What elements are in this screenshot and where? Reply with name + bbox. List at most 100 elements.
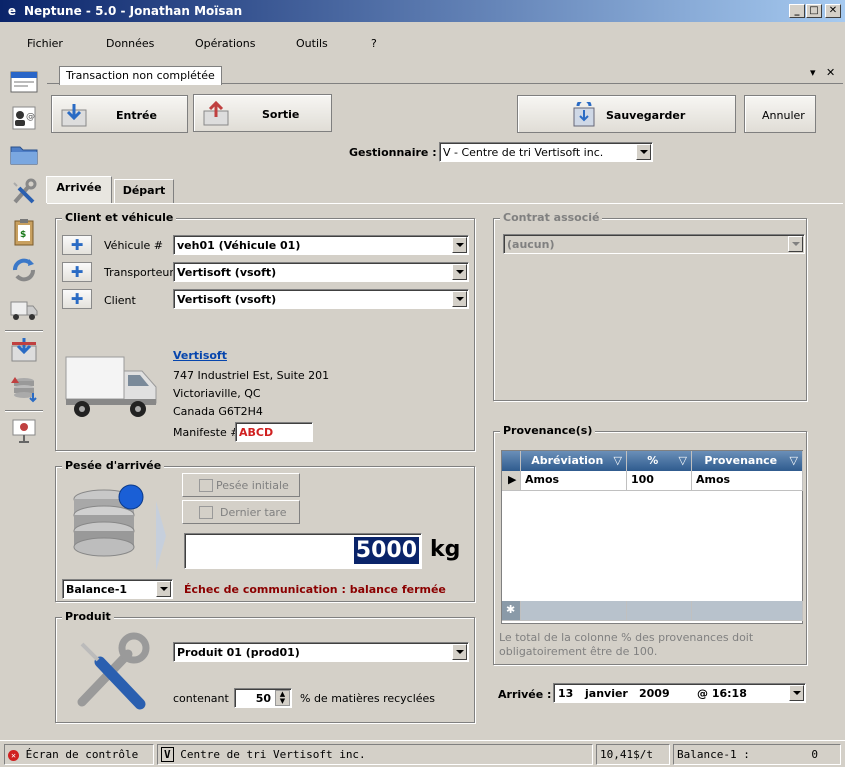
produit-group: Produit Produit 01 (prod01) contenant 50… (55, 610, 475, 723)
col-abreviation[interactable]: Abréviation ▽ (521, 451, 627, 471)
new-row-cell[interactable] (521, 601, 627, 621)
spin-arrows-icon[interactable]: ▲ ▼ (275, 690, 290, 706)
pesee-initiale-button[interactable]: Pesée initiale (182, 473, 300, 497)
chevron-down-icon[interactable] (452, 644, 467, 660)
new-row-cell[interactable] (627, 601, 692, 621)
new-row-icon[interactable]: ✱ (502, 601, 521, 621)
presentation-icon[interactable] (7, 414, 41, 446)
tab-arrivee[interactable]: Arrivée (46, 176, 112, 203)
transporteur-label: Transporteur (104, 266, 174, 279)
date-month: janvier (585, 687, 628, 700)
arrivee-date-label: Arrivée : (498, 688, 552, 701)
centre-text: Centre de tri Vertisoft inc. (180, 748, 366, 761)
row-selector-icon[interactable]: ▶ (502, 471, 521, 491)
refresh-icon[interactable] (7, 254, 41, 286)
pin-icon[interactable]: ▾ (810, 66, 816, 79)
provenances-note-1: Le total de la colonne % des provenances… (499, 631, 754, 644)
date-year: 2009 (639, 687, 670, 700)
cell-provenance[interactable]: Amos (692, 471, 803, 491)
app-logo-icon: e (7, 4, 17, 18)
vehicule-select[interactable]: veh01 (Véhicule 01) (173, 235, 469, 255)
clipboard-money-icon[interactable]: $ (7, 216, 41, 248)
sidebar-separator (5, 330, 43, 332)
cell-abreviation[interactable]: Amos (521, 471, 627, 491)
provenances-title: Provenance(s) (500, 424, 596, 437)
prix-panel: 10,41$/t (596, 744, 670, 765)
chevron-down-icon[interactable] (452, 291, 467, 307)
plus-icon: ✚ (70, 263, 84, 281)
status-bar: ✕ Écran de contrôle V Centre de tri Vert… (0, 740, 845, 767)
contrat-select[interactable]: (aucun) (503, 234, 805, 254)
manifeste-input[interactable]: ABCD (235, 422, 313, 442)
client-select[interactable]: Vertisoft (vsoft) (173, 289, 469, 309)
window-icon[interactable] (7, 66, 41, 98)
provenances-note-2: obligatoirement être de 100. (499, 645, 658, 658)
recycled-suffix: % de matières recyclées (300, 692, 436, 705)
menu-fichier[interactable]: Fichier (27, 37, 63, 50)
col-provenance[interactable]: Provenance ▽ (692, 451, 803, 471)
chevron-down-icon[interactable] (788, 236, 803, 252)
contacts-icon[interactable]: @ (7, 102, 41, 134)
minimize-button[interactable]: _ (789, 4, 805, 18)
contrat-title: Contrat associé (500, 211, 603, 224)
gestionnaire-select[interactable]: V - Centre de tri Vertisoft inc. (439, 142, 653, 162)
chevron-down-icon[interactable] (789, 685, 804, 701)
inbox-arrow-icon[interactable] (7, 334, 41, 366)
inbox-out-icon (203, 101, 229, 126)
chevron-down-icon[interactable] (452, 264, 467, 280)
chevron-down-icon[interactable] (156, 581, 171, 597)
entree-button[interactable]: Entrée (51, 95, 188, 133)
vehicule-value: veh01 (Véhicule 01) (177, 239, 301, 252)
sortie-button[interactable]: Sortie (193, 94, 332, 132)
balance-select[interactable]: Balance-1 (62, 579, 173, 599)
arrivee-datetime-picker[interactable]: 13 janvier 2009 @ 16:18 (553, 683, 806, 703)
sauvegarder-button[interactable]: Sauvegarder (517, 95, 736, 133)
close-window-button[interactable]: ✕ (825, 4, 841, 18)
menu-outils[interactable]: Outils (296, 37, 328, 50)
add-client-button[interactable]: ✚ (62, 289, 92, 309)
produit-select[interactable]: Produit 01 (prod01) (173, 642, 469, 662)
contenant-label: contenant (173, 692, 229, 705)
weight-display[interactable]: 5000 (184, 533, 422, 569)
menu-operations[interactable]: Opérations (195, 37, 255, 50)
tools-icon[interactable] (7, 176, 41, 208)
plus-icon: ✚ (70, 236, 84, 254)
dernier-tare-button[interactable]: Dernier tare (182, 500, 300, 524)
client-value: Vertisoft (vsoft) (177, 293, 277, 306)
gestionnaire-label: Gestionnaire : (349, 146, 437, 159)
transporteur-select[interactable]: Vertisoft (vsoft) (173, 262, 469, 282)
ecran-controle-panel[interactable]: ✕ Écran de contrôle (4, 744, 154, 765)
tab-depart[interactable]: Départ (114, 179, 174, 203)
close-document-icon[interactable]: ✕ (826, 66, 835, 79)
recycled-pct-stepper[interactable]: 50 ▲ ▼ (234, 688, 292, 708)
menu-help[interactable]: ? (371, 37, 377, 50)
save-icon (573, 102, 595, 127)
maximize-button[interactable]: □ (806, 4, 822, 18)
folder-icon[interactable] (7, 138, 41, 170)
balance-status-value: 0 (811, 748, 818, 761)
add-vehicule-button[interactable]: ✚ (62, 235, 92, 255)
truck-icon[interactable] (7, 294, 41, 326)
add-transporteur-button[interactable]: ✚ (62, 262, 92, 282)
produit-value: Produit 01 (prod01) (177, 646, 300, 659)
company-link[interactable]: Vertisoft (173, 349, 227, 362)
truck-image (65, 356, 157, 417)
cell-pct[interactable]: 100 (627, 471, 692, 491)
menu-bar: Fichier Données Opérations Outils ? (0, 22, 845, 62)
document-tab[interactable]: Transaction non complétée (59, 66, 222, 86)
new-row-cell[interactable] (692, 601, 803, 621)
annuler-button[interactable]: Annuler (744, 95, 816, 133)
tools-image (77, 632, 150, 710)
filter-icon[interactable]: ▽ (614, 451, 622, 470)
filter-icon[interactable]: ▽ (790, 451, 798, 470)
filter-icon[interactable]: ▽ (679, 451, 687, 470)
col-pct[interactable]: % ▽ (627, 451, 692, 471)
recycled-pct-value: 50 (255, 692, 271, 705)
scale-stack-icon[interactable] (7, 372, 41, 404)
chevron-down-icon[interactable] (636, 144, 651, 160)
scale-stack-image (73, 484, 166, 571)
sauvegarder-label: Sauvegarder (606, 109, 686, 122)
dernier-tare-label: Dernier tare (220, 505, 287, 519)
menu-donnees[interactable]: Données (106, 37, 154, 50)
chevron-down-icon[interactable] (452, 237, 467, 253)
